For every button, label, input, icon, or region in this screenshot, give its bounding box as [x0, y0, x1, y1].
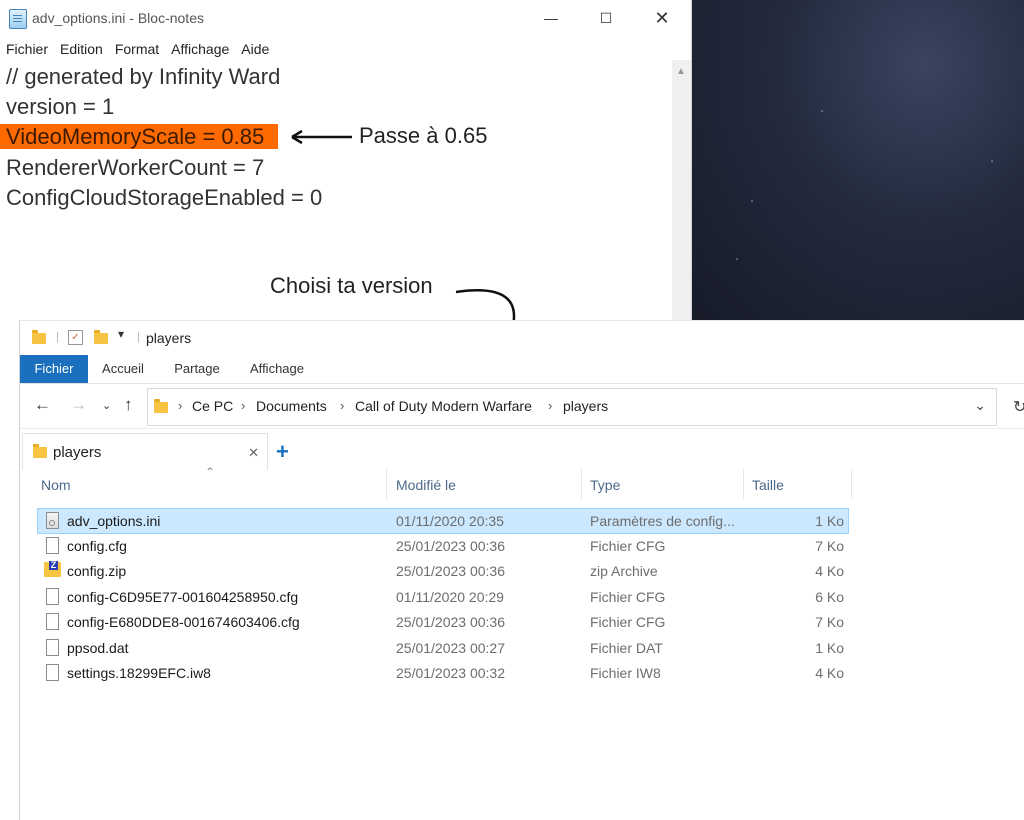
annotation-choose-version: Choisi ta version	[270, 273, 433, 298]
separator: |	[56, 329, 60, 343]
properties-check-icon[interactable]: ✓	[68, 330, 83, 345]
breadcrumb-ce-pc[interactable]: Ce PC	[192, 398, 233, 414]
new-tab-icon[interactable]: +	[276, 439, 289, 465]
file-size: 6 Ko	[815, 589, 844, 605]
customize-toolbar-icon[interactable]: ▾	[118, 327, 124, 341]
file-size: 4 Ko	[815, 563, 844, 579]
recent-locations-icon[interactable]: ⌄	[102, 399, 111, 412]
file-name: config-E680DDE8-001674603406.cfg	[67, 614, 300, 630]
breadcrumb-players[interactable]: players	[563, 398, 608, 414]
file-type: Fichier CFG	[590, 614, 666, 630]
forward-arrow-icon[interactable]: →	[70, 395, 87, 415]
refresh-icon[interactable]: ↻	[1013, 397, 1024, 417]
separator: |	[137, 329, 141, 343]
ribbon-tab-fichier[interactable]: Fichier	[20, 355, 88, 383]
file-icon	[46, 613, 59, 630]
tab-label: players	[53, 444, 102, 461]
up-arrow-icon[interactable]: ↑	[124, 395, 133, 415]
file-icon	[46, 537, 59, 554]
file-size: 1 Ko	[815, 513, 844, 529]
column-headers: ⌃ Nom Modifié le Type Taille	[20, 465, 1024, 499]
file-row[interactable]: config.cfg 25/01/2023 00:36 Fichier CFG …	[38, 534, 848, 559]
new-folder-icon[interactable]	[94, 330, 108, 344]
column-divider[interactable]	[743, 469, 744, 499]
file-row[interactable]: config.zip 25/01/2023 00:36 zip Archive …	[38, 559, 848, 584]
ribbon: Fichier Accueil Partage Affichage	[20, 355, 1024, 384]
column-divider[interactable]	[581, 469, 582, 499]
folder-icon	[154, 399, 168, 413]
column-modified[interactable]: Modifié le	[396, 477, 456, 493]
file-date: 01/11/2020 20:35	[396, 513, 504, 529]
column-name[interactable]: Nom	[41, 477, 71, 493]
explorer-titlebar[interactable]: | ✓ ▾ | players	[20, 321, 1024, 355]
breadcrumb-documents[interactable]: Documents	[256, 398, 327, 414]
file-name: config-C6D95E77-001604258950.cfg	[67, 589, 299, 605]
close-tab-icon[interactable]: ✕	[248, 445, 259, 461]
file-name: config.cfg	[67, 538, 127, 554]
column-size[interactable]: Taille	[752, 477, 784, 493]
explorer-window: | ✓ ▾ | players Fichier Accueil Partage …	[19, 320, 1024, 820]
file-name: adv_options.ini	[67, 513, 161, 529]
file-type: Fichier CFG	[590, 538, 666, 554]
file-date: 25/01/2023 00:36	[396, 563, 505, 579]
chevron-right-icon: ›	[178, 398, 183, 413]
ribbon-tab-partage[interactable]: Partage	[166, 355, 228, 383]
chevron-right-icon: ›	[241, 398, 246, 413]
file-name: config.zip	[67, 563, 127, 579]
navigation-bar: ← → ⌄ ↑ › Ce PC › Documents › Call of Du…	[20, 384, 1024, 429]
file-row-selected[interactable]: adv_options.ini 01/11/2020 20:35 Paramèt…	[37, 508, 849, 534]
ribbon-tab-accueil[interactable]: Accueil	[92, 355, 154, 383]
file-date: 25/01/2023 00:36	[396, 614, 505, 630]
file-date: 01/11/2020 20:29	[396, 589, 504, 605]
tab-players[interactable]: players ✕	[22, 433, 268, 470]
file-row[interactable]: ppsod.dat 25/01/2023 00:27 Fichier DAT 1…	[38, 636, 848, 661]
file-date: 25/01/2023 00:27	[396, 640, 505, 656]
file-size: 4 Ko	[815, 665, 844, 681]
breadcrumb-call-of-duty[interactable]: Call of Duty Modern Warfare	[355, 398, 532, 414]
annotation-pass-value: Passe à 0.65	[359, 123, 488, 148]
file-name: settings.18299EFC.iw8	[67, 665, 211, 681]
file-size: 7 Ko	[815, 614, 844, 630]
file-type: Paramètres de config...	[590, 513, 735, 529]
file-icon	[46, 588, 59, 605]
folder-icon	[32, 330, 46, 344]
file-icon	[46, 664, 59, 681]
file-size: 1 Ko	[815, 640, 844, 656]
tab-bar: players ✕ +	[20, 429, 1024, 470]
ribbon-tab-affichage[interactable]: Affichage	[242, 355, 312, 383]
explorer-title: players	[146, 330, 192, 346]
file-row[interactable]: settings.18299EFC.iw8 25/01/2023 00:32 F…	[38, 661, 848, 686]
file-date: 25/01/2023 00:32	[396, 665, 505, 681]
chevron-right-icon: ›	[340, 398, 345, 413]
sort-ascending-icon: ⌃	[205, 465, 216, 479]
zip-icon	[44, 561, 61, 577]
file-type: Fichier DAT	[590, 640, 663, 656]
file-type: zip Archive	[590, 563, 658, 579]
back-arrow-icon[interactable]: ←	[34, 395, 51, 415]
ini-file-icon	[46, 512, 59, 529]
folder-icon	[33, 444, 47, 458]
column-divider[interactable]	[851, 469, 852, 499]
address-dropdown-icon[interactable]: ⌄	[974, 397, 986, 414]
file-date: 25/01/2023 00:36	[396, 538, 505, 554]
chevron-right-icon: ›	[548, 398, 553, 413]
file-type: Fichier IW8	[590, 665, 661, 681]
column-type[interactable]: Type	[590, 477, 620, 493]
file-row[interactable]: config-C6D95E77-001604258950.cfg 01/11/2…	[38, 585, 848, 610]
file-icon	[46, 639, 59, 656]
file-type: Fichier CFG	[590, 589, 666, 605]
column-divider[interactable]	[386, 469, 387, 499]
file-name: ppsod.dat	[67, 640, 129, 656]
file-size: 7 Ko	[815, 538, 844, 554]
address-bar[interactable]: › Ce PC › Documents › Call of Duty Moder…	[147, 388, 997, 426]
file-row[interactable]: config-E680DDE8-001674603406.cfg 25/01/2…	[38, 610, 848, 635]
